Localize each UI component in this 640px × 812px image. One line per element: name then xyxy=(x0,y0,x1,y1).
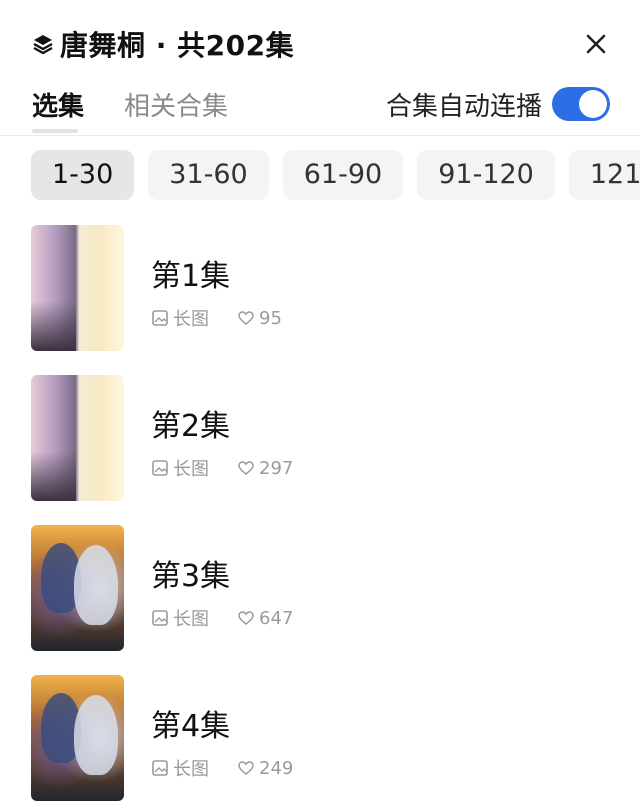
episode-likes: 249 xyxy=(259,757,294,779)
episode-meta: 长图 647 xyxy=(151,605,293,631)
episode-title: 第1集 xyxy=(151,259,231,294)
episode-range-selector: 1-30 31-60 61-90 91-120 121-150 xyxy=(31,150,640,200)
heart-icon xyxy=(237,459,255,477)
episode-thumbnail xyxy=(31,525,124,651)
close-button[interactable] xyxy=(580,28,612,60)
image-icon xyxy=(151,309,169,327)
episode-type: 长图 xyxy=(173,609,209,630)
autoplay-control: 合集自动连播 xyxy=(386,84,610,124)
autoplay-toggle[interactable] xyxy=(552,87,610,121)
episode-meta: 长图 95 xyxy=(151,305,282,331)
layers-icon xyxy=(32,33,54,55)
episode-item[interactable]: 第3集 长图 647 xyxy=(31,525,640,675)
episode-meta: 长图 249 xyxy=(151,755,293,781)
range-chip-31-60[interactable]: 31-60 xyxy=(148,150,269,200)
episode-item[interactable]: 第2集 长图 297 xyxy=(31,375,640,525)
episode-item[interactable]: 第1集 长图 95 xyxy=(31,225,640,375)
tab-divider xyxy=(0,135,640,136)
tab-related-collections[interactable]: 相关合集 xyxy=(124,86,228,123)
range-chip-91-120[interactable]: 91-120 xyxy=(417,150,555,200)
episode-title: 第3集 xyxy=(151,559,231,594)
episode-item[interactable]: 第4集 长图 249 xyxy=(31,675,640,812)
image-icon xyxy=(151,459,169,477)
collection-title: 唐舞桐 · 共202集 xyxy=(60,29,295,62)
heart-icon xyxy=(237,309,255,327)
sheet-header: 唐舞桐 · 共202集 xyxy=(32,22,612,66)
episode-likes: 297 xyxy=(259,457,294,479)
episode-meta: 长图 297 xyxy=(151,455,293,481)
episode-thumbnail xyxy=(31,225,124,351)
toggle-knob xyxy=(579,90,607,118)
tab-bar: 选集 相关合集 合集自动连播 xyxy=(32,84,610,133)
range-chip-121-150[interactable]: 121-150 xyxy=(568,150,640,200)
episode-likes: 647 xyxy=(259,607,294,629)
tab-episodes[interactable]: 选集 xyxy=(32,86,84,133)
episode-title: 第2集 xyxy=(151,409,231,444)
episode-type: 长图 xyxy=(173,309,209,330)
image-icon xyxy=(151,759,169,777)
range-chip-1-30[interactable]: 1-30 xyxy=(31,150,135,200)
close-icon xyxy=(586,34,606,54)
episode-thumbnail xyxy=(31,375,124,501)
episode-likes: 95 xyxy=(259,307,282,329)
episode-thumbnail xyxy=(31,675,124,801)
autoplay-label: 合集自动连播 xyxy=(385,91,542,122)
episode-list: 第1集 长图 95 第2集 长图 297 第3集 长图 647 第4集 长图 2… xyxy=(31,225,640,812)
episode-sheet: 唐舞桐 · 共202集 选集 相关合集 合集自动连播 1-30 31-60 61-9… xyxy=(0,0,640,812)
heart-icon xyxy=(237,759,255,777)
episode-type: 长图 xyxy=(173,759,209,780)
image-icon xyxy=(151,609,169,627)
episode-title: 第4集 xyxy=(151,709,231,744)
episode-type: 长图 xyxy=(173,459,209,480)
heart-icon xyxy=(237,609,255,627)
range-chip-61-90[interactable]: 61-90 xyxy=(282,150,404,200)
